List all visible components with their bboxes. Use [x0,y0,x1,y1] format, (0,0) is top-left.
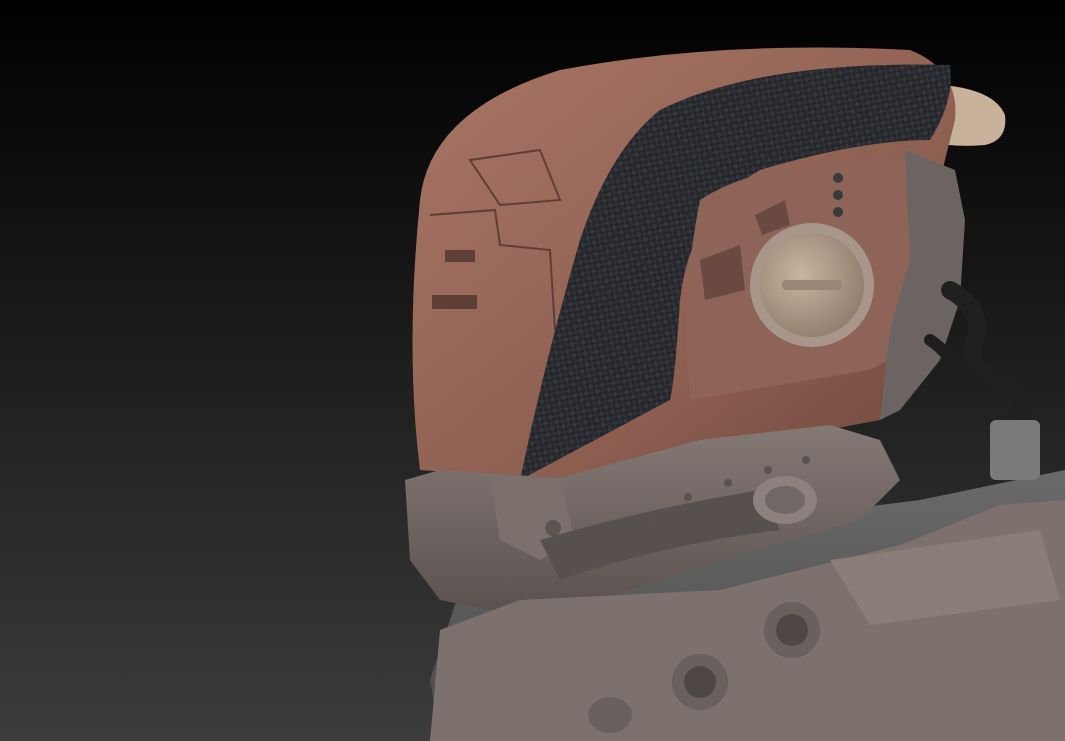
screw-mid [833,190,843,200]
front-vent-lower [432,295,477,309]
helmet-render [0,0,1065,741]
ear-disc-bar [782,280,842,290]
collar-boss [588,697,632,733]
hinge-bolt [545,520,561,536]
front-vent [445,250,475,262]
screw-bottom [833,207,843,217]
render-viewport [0,0,1065,741]
screw-top [833,173,843,183]
collar-port-front-inner [684,666,716,698]
collar-port-rear-inner [776,614,808,646]
jaw-port-inner [765,486,805,514]
hose-connector [990,420,1040,480]
